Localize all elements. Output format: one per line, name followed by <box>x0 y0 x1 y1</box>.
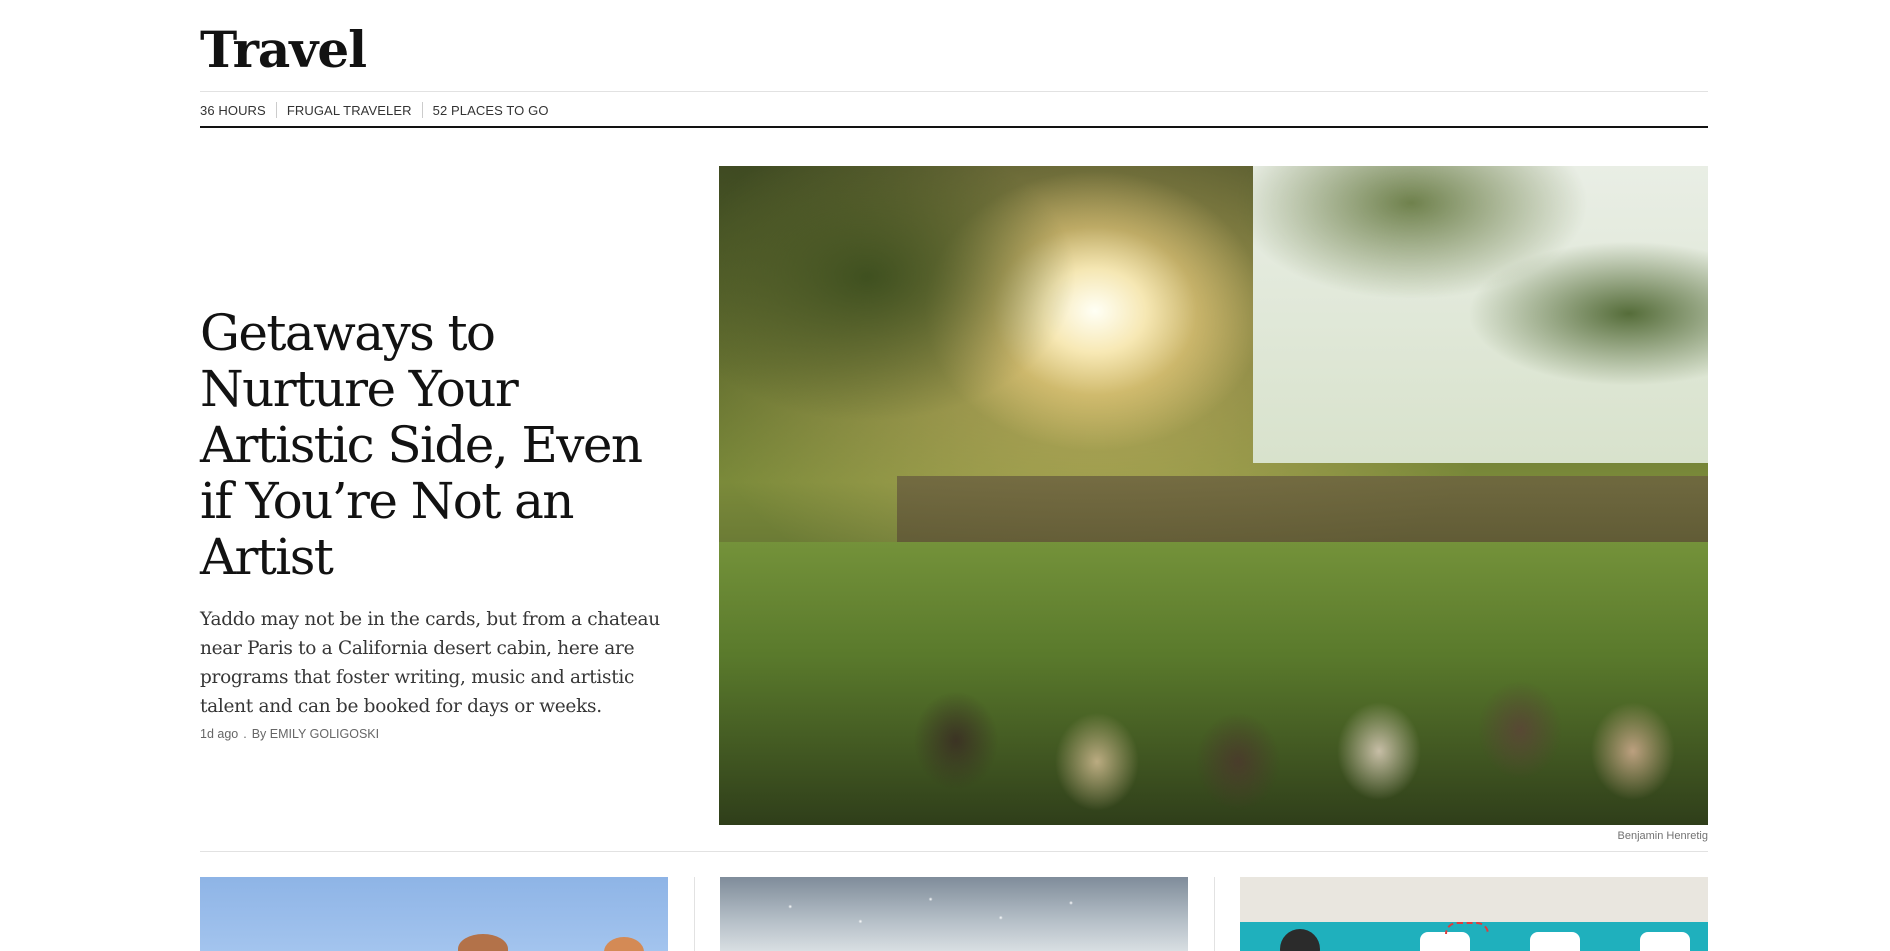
subnav-item-36-hours[interactable]: 36 Hours <box>200 103 266 118</box>
card-image-string <box>1445 922 1489 934</box>
story-card-image-2[interactable] <box>720 877 1188 951</box>
card-image-birds <box>720 877 1188 951</box>
subnav-item-52-places[interactable]: 52 Places to Go <box>433 103 549 118</box>
lede-story: Getaways to Nurture Your Artistic Side, … <box>200 305 660 741</box>
story-divider <box>200 851 1708 852</box>
card-image-shape <box>1640 932 1690 951</box>
hero-crowd <box>768 614 1708 825</box>
subnav-divider <box>200 126 1708 128</box>
subnav-separator <box>275 102 277 118</box>
column-divider <box>694 877 695 951</box>
byline-dot: . <box>243 727 247 741</box>
story-card-image-1[interactable] <box>200 877 668 951</box>
card-image-figure <box>604 937 644 951</box>
lede-byline: 1d ago. By Emily Goligoski <box>200 727 660 741</box>
lede-timestamp: 1d ago <box>200 727 239 741</box>
column-divider <box>1214 877 1215 951</box>
subnav-separator <box>421 102 423 118</box>
lede-headline[interactable]: Getaways to Nurture Your Artistic Side, … <box>200 305 660 585</box>
subnav-item-frugal-traveler[interactable]: Frugal Traveler <box>287 103 412 118</box>
lede-image[interactable] <box>719 166 1708 825</box>
hero-wall <box>897 475 1708 549</box>
lede-summary[interactable]: Yaddo may not be in the cards, but from … <box>200 605 660 721</box>
card-image-shape <box>1420 932 1470 951</box>
lede-author: Emily Goligoski <box>269 727 380 741</box>
top-divider <box>200 91 1708 92</box>
byline-prefix: By <box>251 727 267 741</box>
card-image-figure <box>458 934 508 951</box>
section-title[interactable]: Travel <box>200 20 367 80</box>
card-image-shape <box>1530 932 1580 951</box>
image-credit: Benjamin Henretig <box>1617 830 1709 842</box>
section-subnav: 36 Hours Frugal Traveler 52 Places to Go <box>200 100 549 120</box>
story-card-image-3[interactable] <box>1240 877 1708 951</box>
